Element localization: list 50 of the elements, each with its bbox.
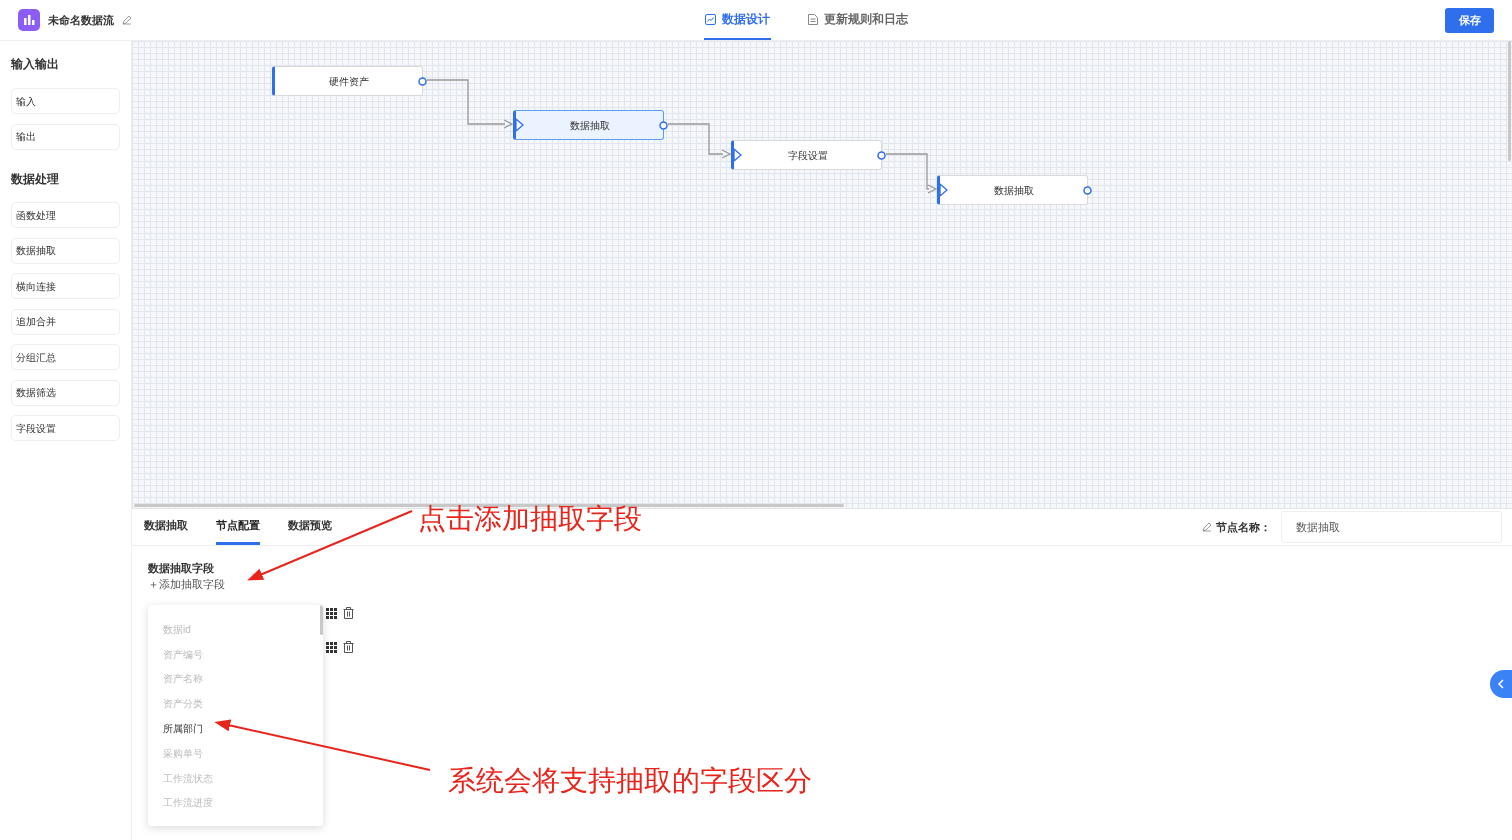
component-item[interactable]: 输入	[11, 88, 120, 114]
component-item[interactable]: 输出	[11, 123, 120, 150]
component-item[interactable]: 分组汇总	[11, 344, 120, 370]
collapse-button[interactable]	[1490, 670, 1512, 698]
output-port-icon[interactable]	[877, 151, 886, 160]
grid-icon[interactable]	[326, 607, 337, 619]
component-item[interactable]: 数据筛选	[11, 379, 120, 406]
dropdown-option: 资产编号	[148, 641, 316, 667]
output-port-icon[interactable]	[418, 77, 427, 86]
save-button[interactable]: 保存	[1445, 8, 1494, 33]
dropdown-option[interactable]: 所属部门	[148, 716, 316, 741]
panel-tab[interactable]: 数据预览	[288, 509, 332, 545]
component-item[interactable]: 追加合并	[11, 308, 120, 335]
annotation-text: 点击添加抽取字段	[418, 502, 642, 536]
edit-icon	[1202, 522, 1212, 532]
input-port-icon[interactable]	[733, 148, 742, 162]
connector-arrow	[885, 153, 938, 194]
input-port-icon[interactable]	[939, 183, 948, 197]
document-icon	[807, 13, 818, 25]
section-heading: 数据处理	[11, 171, 60, 187]
dropdown-option: 数据id	[148, 617, 316, 642]
component-item[interactable]: 横向连接	[11, 273, 120, 299]
input-port-icon[interactable]	[515, 118, 524, 132]
dropdown-option: 资产名称	[148, 666, 316, 692]
scrollbar[interactable]	[1508, 41, 1511, 161]
edit-icon[interactable]	[122, 15, 132, 25]
add-field-link[interactable]: ＋添加抽取字段	[148, 576, 1512, 593]
chevron-left-icon	[1497, 679, 1505, 689]
panel-tab[interactable]: 数据抽取	[144, 509, 188, 545]
panel-tab[interactable]: 节点配置	[216, 509, 260, 545]
component-item[interactable]: 数据抽取	[11, 237, 120, 264]
dropdown-option: 工作流状态	[148, 765, 316, 791]
component-item[interactable]: 函数处理	[11, 202, 120, 228]
trash-icon[interactable]	[343, 607, 354, 619]
connector-arrow	[667, 123, 732, 159]
app-title: 未命名数据流	[48, 12, 114, 28]
chart-logo-icon	[18, 9, 40, 31]
section-heading: 输入输出	[11, 56, 60, 72]
output-port-icon[interactable]	[1083, 186, 1092, 195]
dropdown-option: 工作流进度	[148, 790, 316, 816]
annotation-text: 系统会将支持抽取的字段区分	[448, 764, 812, 798]
top-tab[interactable]: 更新规则和日志	[806, 0, 909, 40]
output-port-icon[interactable]	[659, 121, 668, 130]
node-name-label: 节点名称：	[1216, 519, 1271, 535]
section-title: 数据抽取字段	[148, 561, 215, 576]
grid-icon[interactable]	[326, 641, 337, 653]
component-item[interactable]: 字段设置	[11, 415, 120, 441]
scrollbar[interactable]	[320, 605, 323, 635]
node-name-field[interactable]: 数据抽取	[1281, 511, 1502, 543]
trash-icon[interactable]	[343, 641, 354, 653]
